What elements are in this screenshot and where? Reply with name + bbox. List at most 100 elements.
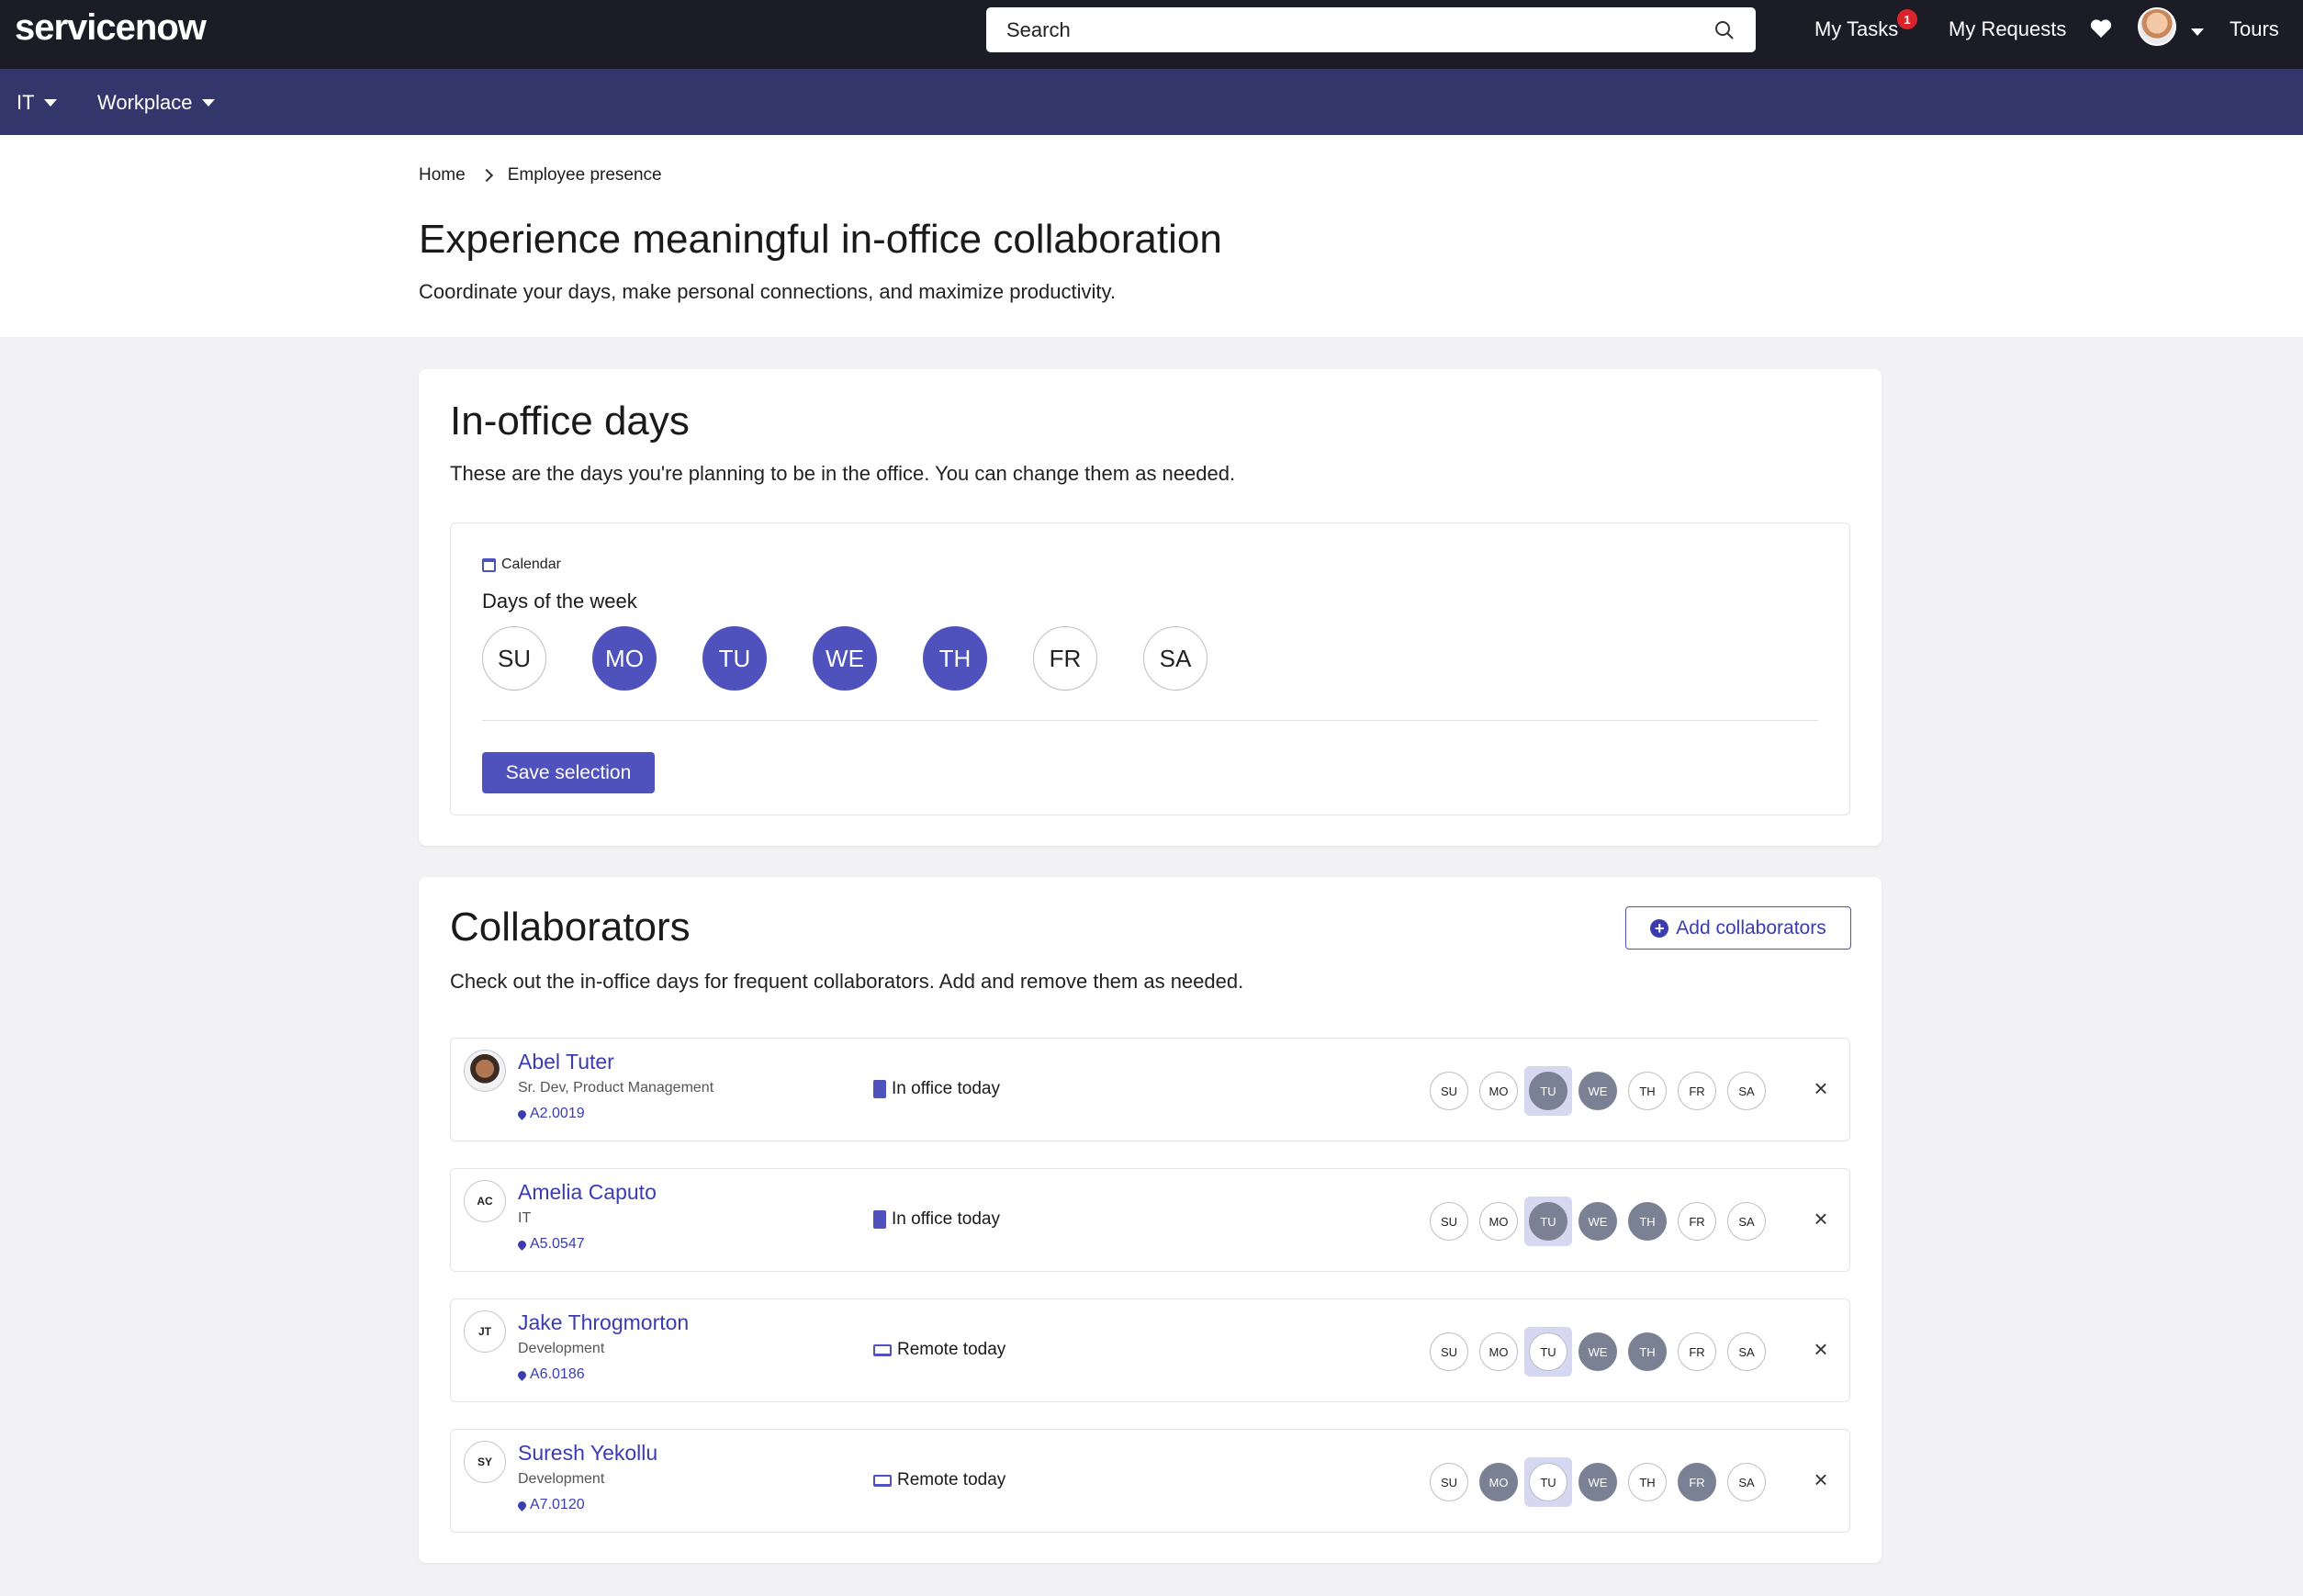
- collaborator-row: JT Jake Throgmorton Development A6.0186 Remo…: [450, 1298, 1850, 1402]
- collaborator-name[interactable]: Abel Tuter: [518, 1050, 614, 1074]
- remove-collaborator-close-icon[interactable]: ×: [1808, 1075, 1834, 1101]
- collaborator-location[interactable]: A5.0547: [516, 1236, 585, 1253]
- day-toggle-su[interactable]: SU: [482, 626, 546, 691]
- search-icon[interactable]: [1713, 19, 1736, 41]
- collaborator-days: SU MO TU WE TH FR SA: [1430, 1066, 1769, 1116]
- day-indicator-tu: TU: [1529, 1332, 1567, 1371]
- tasks-count-badge: 1: [1897, 9, 1917, 29]
- day-indicator-mo: MO: [1479, 1332, 1518, 1371]
- save-selection-button[interactable]: Save selection: [482, 752, 655, 793]
- page-title: Experience meaningful in-office collabor…: [419, 217, 1222, 262]
- collaborator-location[interactable]: A2.0019: [516, 1106, 585, 1122]
- days-selector-panel: Calendar Days of the week SU MO TU WE TH FR SA…: [450, 523, 1850, 815]
- servicenow-logo[interactable]: servicenow: [15, 7, 207, 49]
- day-indicator-mo: MO: [1479, 1072, 1518, 1110]
- day-toggle-th[interactable]: TH: [923, 626, 987, 691]
- collaborator-days: SU MO TU WE TH FR SA: [1430, 1327, 1769, 1377]
- calendar-icon: [482, 557, 496, 572]
- day-indicator-we: WE: [1578, 1332, 1617, 1371]
- days-of-week-label: Days of the week: [482, 590, 637, 613]
- location-pin-icon: [516, 1368, 528, 1381]
- day-indicator-mo: MO: [1479, 1202, 1518, 1241]
- collaborator-location[interactable]: A7.0120: [516, 1497, 585, 1513]
- building-icon: [873, 1080, 886, 1098]
- page-subtitle: Coordinate your days, make personal conn…: [419, 280, 1116, 303]
- building-icon: [873, 1210, 886, 1229]
- remove-collaborator-close-icon[interactable]: ×: [1808, 1336, 1834, 1362]
- day-indicator-we: WE: [1578, 1072, 1617, 1110]
- my-tasks-link[interactable]: My Tasks: [1814, 0, 1898, 59]
- day-indicator-fr: FR: [1678, 1072, 1716, 1110]
- day-indicator-su: SU: [1430, 1072, 1468, 1110]
- day-toggle-mo[interactable]: MO: [592, 626, 657, 691]
- add-circle-icon: +: [1650, 918, 1669, 938]
- presence-status: In office today: [873, 1079, 1000, 1099]
- collaborator-role: Sr. Dev, Product Management: [518, 1080, 714, 1096]
- collaborator-row: SY Suresh Yekollu Development A7.0120 Remote…: [450, 1429, 1850, 1533]
- collaborator-role: IT: [518, 1210, 532, 1226]
- location-pin-icon: [516, 1107, 528, 1120]
- chevron-down-icon: [201, 99, 215, 107]
- collaborators-title: Collaborators: [450, 905, 691, 950]
- user-menu-chevron-down-icon[interactable]: [2191, 28, 2204, 36]
- collaborator-days: SU MO TU WE TH FR SA: [1430, 1197, 1769, 1246]
- day-toggle-sa[interactable]: SA: [1143, 626, 1208, 691]
- day-indicator-th: TH: [1628, 1332, 1667, 1371]
- in-office-days-description: These are the days you're planning to be…: [450, 462, 1236, 485]
- collaborator-name[interactable]: Amelia Caputo: [518, 1180, 657, 1205]
- avatar: SY: [464, 1441, 506, 1483]
- laptop-icon: [873, 1343, 892, 1356]
- menu-workplace[interactable]: Workplace: [97, 91, 215, 115]
- remove-collaborator-close-icon[interactable]: ×: [1808, 1467, 1834, 1492]
- day-indicator-sa: SA: [1727, 1463, 1766, 1501]
- my-requests-link[interactable]: My Requests: [1949, 0, 2066, 59]
- top-navigation-bar: servicenow Search My Tasks 1 My Requests…: [0, 0, 2303, 69]
- day-indicator-th: TH: [1628, 1463, 1667, 1501]
- avatar: JT: [464, 1310, 506, 1353]
- day-indicator-su: SU: [1430, 1202, 1468, 1241]
- breadcrumb-current: Employee presence: [507, 165, 662, 185]
- avatar: [464, 1050, 506, 1092]
- tours-link[interactable]: Tours: [2230, 0, 2279, 59]
- laptop-icon: [873, 1474, 892, 1487]
- day-indicator-th: TH: [1628, 1202, 1667, 1241]
- presence-status: In office today: [873, 1209, 1000, 1230]
- collaborator-role: Development: [518, 1471, 605, 1487]
- day-indicator-sa: SA: [1727, 1332, 1766, 1371]
- chevron-down-icon: [43, 99, 57, 107]
- day-indicator-we: WE: [1578, 1463, 1617, 1501]
- search-input[interactable]: Search: [986, 7, 1756, 52]
- day-indicator-mo: MO: [1479, 1463, 1518, 1501]
- day-indicator-su: SU: [1430, 1463, 1468, 1501]
- collaborator-location[interactable]: A6.0186: [516, 1366, 585, 1383]
- day-indicator-sa: SA: [1727, 1202, 1766, 1241]
- day-indicator-we: WE: [1578, 1202, 1617, 1241]
- calendar-label: Calendar: [482, 556, 561, 573]
- day-toggle-tu[interactable]: TU: [702, 626, 767, 691]
- breadcrumb: Home Employee presence: [419, 165, 662, 185]
- collaborator-role: Development: [518, 1341, 605, 1356]
- menu-it[interactable]: IT: [17, 91, 57, 115]
- divider: [482, 720, 1818, 721]
- day-indicator-tu: TU: [1529, 1463, 1567, 1501]
- user-avatar[interactable]: [2138, 7, 2176, 46]
- day-toggle-fr[interactable]: FR: [1033, 626, 1097, 691]
- location-pin-icon: [516, 1499, 528, 1512]
- add-collaborators-button[interactable]: + Add collaborators: [1625, 906, 1851, 950]
- collaborator-name[interactable]: Suresh Yekollu: [518, 1441, 657, 1466]
- day-indicator-fr: FR: [1678, 1202, 1716, 1241]
- favorites-heart-icon[interactable]: [2090, 18, 2112, 39]
- breadcrumb-home[interactable]: Home: [419, 165, 466, 185]
- collaborator-row: AC Amelia Caputo IT A5.0547 In office today S…: [450, 1168, 1850, 1272]
- chevron-right-icon: [479, 168, 493, 183]
- collaborators-description: Check out the in-office days for frequen…: [450, 970, 1244, 993]
- day-indicator-fr: FR: [1678, 1332, 1716, 1371]
- sub-navigation-bar: IT Workplace: [0, 69, 2303, 135]
- presence-status: Remote today: [873, 1340, 1005, 1360]
- day-indicator-tu: TU: [1529, 1202, 1567, 1241]
- remove-collaborator-close-icon[interactable]: ×: [1808, 1206, 1834, 1231]
- day-indicator-th: TH: [1628, 1072, 1667, 1110]
- location-pin-icon: [516, 1238, 528, 1251]
- collaborator-name[interactable]: Jake Throgmorton: [518, 1310, 689, 1335]
- day-toggle-we[interactable]: WE: [813, 626, 877, 691]
